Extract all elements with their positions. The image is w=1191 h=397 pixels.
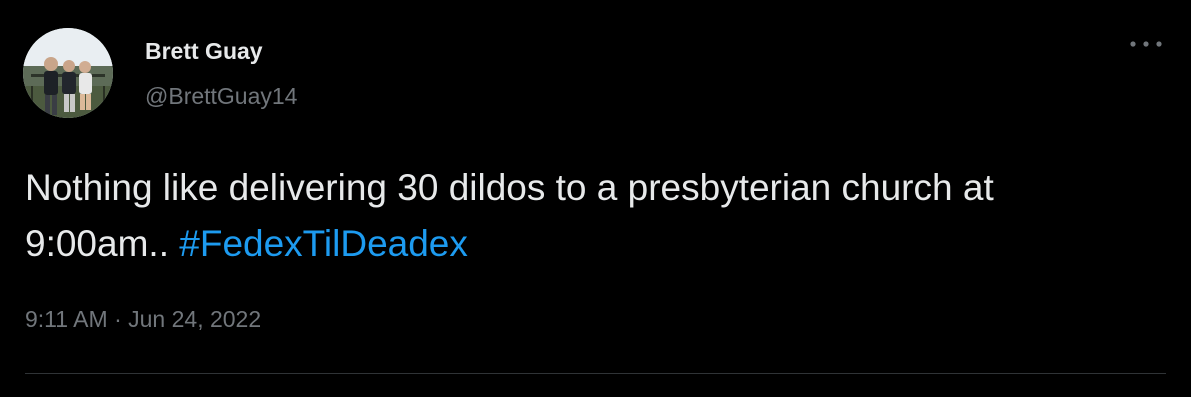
more-horizontal-icon <box>1130 41 1162 47</box>
meta-separator: · <box>114 306 122 332</box>
tweet-text: Nothing like delivering 30 dildos to a p… <box>25 160 1145 272</box>
avatar[interactable] <box>23 28 113 118</box>
tweet-body: Nothing like delivering 30 dildos to a p… <box>25 167 994 264</box>
avatar-photo <box>23 28 113 118</box>
tweet-timestamp[interactable]: 9:11 AM · Jun 24, 2022 <box>25 306 261 333</box>
more-options-button[interactable] <box>1126 32 1166 56</box>
tweet-time: 9:11 AM <box>25 306 108 332</box>
divider <box>25 373 1166 374</box>
tweet-card: Brett Guay @BrettGuay14 Nothing like del… <box>0 0 1191 397</box>
hashtag-link[interactable]: #FedexTilDeadex <box>179 223 468 264</box>
tweet-date: Jun 24, 2022 <box>128 306 262 332</box>
display-name[interactable]: Brett Guay <box>145 38 263 65</box>
user-handle[interactable]: @BrettGuay14 <box>145 83 297 110</box>
